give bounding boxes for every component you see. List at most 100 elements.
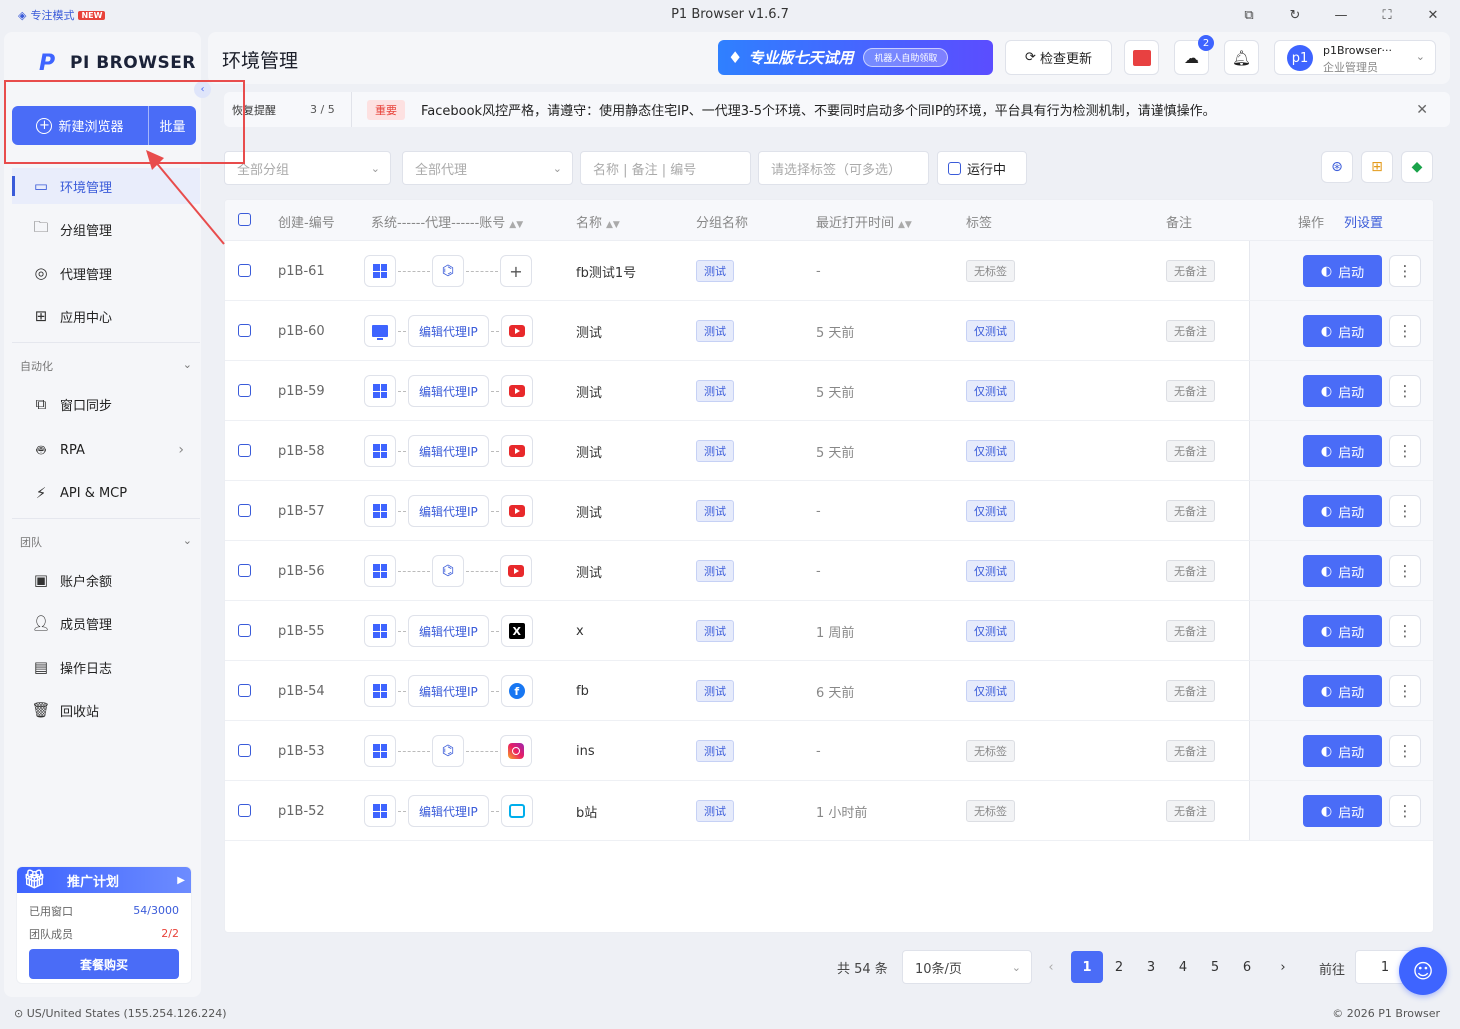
close-icon[interactable]: ✕ [1422, 5, 1444, 25]
page-number[interactable]: 3 [1135, 951, 1167, 983]
th-last-open[interactable]: 最近打开时间 ▲▼ [816, 212, 912, 231]
table-row[interactable]: p1B-59 编辑代理IP 测试 测试 5 天前 仅测试 无备注 ◐ 启动 ⋮ [225, 361, 1433, 421]
check-update-button[interactable]: ⟳ 检查更新 [1005, 40, 1112, 75]
sidebar-item-members[interactable]: 👤︎ 成员管理 [12, 605, 200, 641]
os-button[interactable] [364, 495, 396, 527]
note-tag[interactable]: 无备注 [1166, 380, 1215, 402]
column-settings-link[interactable]: 列设置 [1344, 212, 1383, 231]
row-checkbox[interactable] [238, 564, 251, 577]
label-tag[interactable]: 无标签 [966, 260, 1015, 282]
mail-button[interactable] [1124, 40, 1159, 75]
proxy-button[interactable]: ⌬ [432, 255, 464, 287]
trial-banner[interactable]: ♦ 专业版七天试用 机器人自助领取 [718, 40, 993, 75]
label-tag[interactable]: 仅测试 [966, 680, 1015, 702]
sidebar-item-api-mcp[interactable]: ⚡︎ API & MCP [12, 475, 200, 511]
automation-section[interactable]: 自动化 ⌄ [20, 358, 192, 374]
row-checkbox[interactable] [238, 504, 251, 517]
table-row[interactable]: p1B-58 编辑代理IP 测试 测试 5 天前 仅测试 无备注 ◐ 启动 ⋮ [225, 421, 1433, 481]
page-number[interactable]: 2 [1103, 951, 1135, 983]
sidebar-item-balance[interactable]: ▣ 账户余额 [12, 562, 200, 598]
sidebar-item-environments[interactable]: ▭ 环境管理 [12, 168, 200, 204]
account-button[interactable]: + [500, 255, 532, 287]
table-row[interactable]: p1B-53 ⌬ ins 测试 - 无标签 无备注 ◐ 启动 ⋮ [225, 721, 1433, 781]
more-options-icon[interactable]: ⋮ [1389, 435, 1421, 467]
page-number[interactable]: 5 [1199, 951, 1231, 983]
note-tag[interactable]: 无备注 [1166, 260, 1215, 282]
label-tag[interactable]: 仅测试 [966, 620, 1015, 642]
more-options-icon[interactable]: ⋮ [1389, 375, 1421, 407]
minimize-icon[interactable]: — [1330, 5, 1352, 25]
team-section[interactable]: 团队 ⌄ [20, 534, 192, 550]
row-checkbox[interactable] [238, 384, 251, 397]
start-button[interactable]: ◐ 启动 [1303, 555, 1382, 587]
page-number[interactable]: 1 [1071, 951, 1103, 983]
sidebar-item-groups[interactable]: 🗀 分组管理 [12, 211, 200, 247]
start-button[interactable]: ◐ 启动 [1303, 375, 1382, 407]
account-button[interactable] [500, 375, 533, 407]
cloud-button[interactable]: ☁ 2 [1174, 35, 1214, 75]
more-options-icon[interactable]: ⋮ [1389, 795, 1421, 827]
more-options-icon[interactable]: ⋮ [1389, 615, 1421, 647]
pip-icon[interactable]: ⧉ [1238, 5, 1260, 25]
account-button[interactable] [500, 495, 533, 527]
sidebar-item-proxies[interactable]: ◎ 代理管理 [12, 255, 200, 291]
edit-proxy-button[interactable]: 编辑代理IP [408, 315, 489, 347]
sync-icon[interactable]: ⊛ [1321, 151, 1353, 183]
search-input[interactable]: 名称 | 备注 | 编号 [580, 151, 751, 185]
account-button[interactable] [500, 315, 533, 347]
os-button[interactable] [364, 675, 396, 707]
label-tag[interactable]: 无标签 [966, 800, 1015, 822]
maximize-icon[interactable]: ⛶ [1376, 5, 1398, 25]
row-checkbox[interactable] [238, 444, 251, 457]
focus-mode-toggle[interactable]: ◈ 专注模式 NEW [18, 7, 106, 23]
label-tag[interactable]: 仅测试 [966, 380, 1015, 402]
label-tag[interactable]: 仅测试 [966, 440, 1015, 462]
start-button[interactable]: ◐ 启动 [1303, 735, 1382, 767]
page-number[interactable]: 4 [1167, 951, 1199, 983]
table-row[interactable]: p1B-60 编辑代理IP 测试 测试 5 天前 仅测试 无备注 ◐ 启动 ⋮ [225, 301, 1433, 361]
more-options-icon[interactable]: ⋮ [1389, 675, 1421, 707]
sidebar-item-rpa[interactable]: 🤖︎ RPA › [12, 432, 200, 468]
os-button[interactable] [364, 375, 396, 407]
note-tag[interactable]: 无备注 [1166, 740, 1215, 762]
row-checkbox[interactable] [238, 264, 251, 277]
start-button[interactable]: ◐ 启动 [1303, 435, 1382, 467]
account-button[interactable] [500, 735, 532, 767]
note-tag[interactable]: 无备注 [1166, 560, 1215, 582]
start-button[interactable]: ◐ 启动 [1303, 675, 1382, 707]
page-number[interactable]: 6 [1231, 951, 1263, 983]
page-size-select[interactable]: 10条/页 ⌄ [902, 950, 1032, 984]
note-tag[interactable]: 无备注 [1166, 440, 1215, 462]
start-button[interactable]: ◐ 启动 [1303, 255, 1382, 287]
table-row[interactable]: p1B-55 编辑代理IP Xx 测试 1 周前 仅测试 无备注 ◐ 启动 ⋮ [225, 601, 1433, 661]
note-tag[interactable]: 无备注 [1166, 320, 1215, 342]
row-checkbox[interactable] [238, 804, 251, 817]
os-button[interactable] [364, 735, 396, 767]
note-tag[interactable]: 无备注 [1166, 620, 1215, 642]
notification-button[interactable]: 🔔︎ [1224, 40, 1259, 75]
refresh-icon[interactable]: ↻ [1284, 5, 1306, 25]
more-options-icon[interactable]: ⋮ [1389, 495, 1421, 527]
more-options-icon[interactable]: ⋮ [1389, 555, 1421, 587]
th-name[interactable]: 名称 ▲▼ [576, 212, 620, 231]
proxy-button[interactable]: ⌬ [432, 555, 464, 587]
note-tag[interactable]: 无备注 [1166, 500, 1215, 522]
more-options-icon[interactable]: ⋮ [1389, 315, 1421, 347]
start-button[interactable]: ◐ 启动 [1303, 495, 1382, 527]
next-page-icon[interactable]: › [1267, 951, 1299, 983]
account-button[interactable] [500, 555, 532, 587]
table-row[interactable]: p1B-52 编辑代理IP b站 测试 1 小时前 无标签 无备注 ◐ 启动 ⋮ [225, 781, 1433, 841]
collapse-sidebar-icon[interactable]: ‹ [194, 81, 211, 98]
table-row[interactable]: p1B-54 编辑代理IP f fb 测试 6 天前 仅测试 无备注 ◐ 启动 ⋮ [225, 661, 1433, 721]
proxy-button[interactable]: ⌬ [432, 735, 464, 767]
os-button[interactable] [364, 795, 396, 827]
account-button[interactable]: X [500, 615, 533, 647]
close-notice-icon[interactable]: ✕ [1416, 102, 1428, 118]
os-button[interactable] [364, 555, 396, 587]
note-tag[interactable]: 无备注 [1166, 680, 1215, 702]
start-button[interactable]: ◐ 启动 [1303, 615, 1382, 647]
table-row[interactable]: p1B-61 ⌬ + fb测试1号 测试 - 无标签 无备注 ◐ 启动 ⋮ [225, 241, 1433, 301]
os-button[interactable] [364, 435, 396, 467]
running-checkbox[interactable] [948, 161, 961, 175]
batch-button[interactable]: 批量 [148, 106, 196, 145]
